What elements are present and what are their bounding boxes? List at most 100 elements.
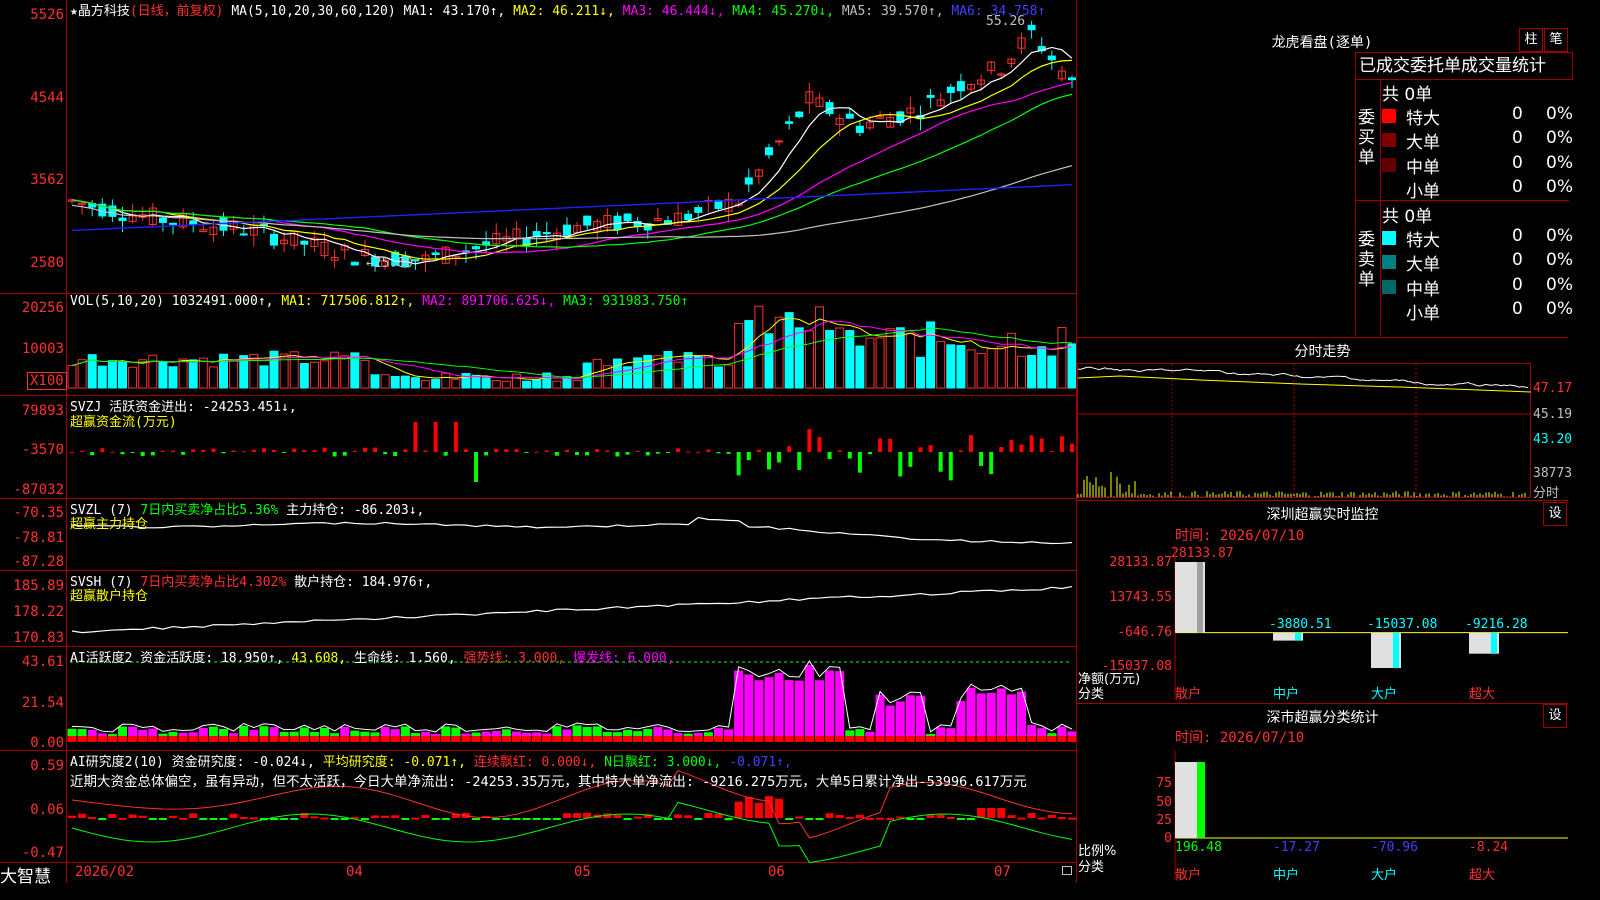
fund-flow-bar	[817, 437, 822, 452]
fund-flow-bar	[544, 450, 549, 452]
fund-flow-bar	[807, 429, 812, 452]
line-view-button[interactable]: 笔	[1544, 28, 1568, 52]
activity-base	[845, 736, 855, 742]
buy-row: 特大 0 0%	[1382, 104, 1573, 129]
activity-base	[1037, 736, 1047, 742]
activity-bar	[915, 695, 925, 742]
order-pct: 0%	[1546, 274, 1573, 295]
stats-ytick: 0	[1164, 831, 1172, 846]
fund-flow-bar	[221, 452, 226, 454]
stats-settings-button[interactable]: 设	[1543, 704, 1567, 728]
research-bar	[1037, 817, 1046, 820]
svzl-subtitle: 超赢主力持仓	[70, 517, 149, 532]
candle-body	[411, 259, 420, 262]
period-label[interactable]: (日线，前复权)	[130, 4, 224, 19]
stats-bar-value: -17.27	[1273, 840, 1320, 855]
research-bar	[68, 815, 76, 818]
research-ytick: -0.47	[21, 845, 64, 861]
sz-bar	[1469, 632, 1499, 654]
activity-base	[663, 736, 673, 742]
candle-body	[795, 111, 804, 118]
volume-bar	[653, 355, 663, 389]
activity-base	[178, 736, 188, 742]
research-bar	[421, 814, 430, 818]
volume-bar	[491, 380, 501, 389]
divider	[1077, 337, 1568, 338]
fund-flow-bar	[625, 452, 630, 455]
candles	[68, 21, 1076, 272]
activity-bars	[67, 664, 1076, 742]
tab-trade-volume-stats[interactable]: 已成交委托单成交量统计	[1355, 52, 1573, 80]
fund-flow-bar	[150, 452, 155, 456]
main-header: ★晶方科技(日线，前复权) MA(5,10,20,30,60,120) MA1:…	[70, 0, 1045, 19]
volume-bar	[612, 358, 622, 389]
research-bar	[310, 816, 319, 819]
fund-flow-bar	[504, 449, 509, 452]
x-label: 07	[994, 864, 1011, 880]
fund-flow-bar	[968, 435, 973, 452]
lock-icon[interactable]	[1062, 866, 1072, 875]
fund-flow-bar	[898, 452, 903, 477]
fund-flow-bar	[878, 438, 883, 452]
activity-base	[875, 736, 885, 742]
activity-bar	[1006, 694, 1016, 742]
activity-bar	[825, 670, 835, 742]
candle-body	[239, 233, 248, 236]
activity-base	[774, 736, 784, 742]
active-title: AI活跃度2 资金活跃度: 18.950↑,	[70, 651, 284, 666]
volume-bar	[774, 316, 784, 389]
svsh-holding: 散户持仓: 184.976↑,	[294, 575, 433, 590]
vol-ma2: MA2: 891706.625↓,	[422, 294, 556, 309]
activity-base	[1006, 736, 1016, 742]
volume-bar	[118, 362, 128, 389]
research-bar	[815, 818, 824, 820]
volume-bar	[956, 344, 966, 389]
order-pct: 0%	[1546, 176, 1573, 197]
research-bar	[1027, 813, 1036, 818]
order-pct: 0%	[1546, 298, 1573, 319]
activity-bar	[976, 693, 986, 742]
divider	[1077, 500, 1568, 501]
fund-flow-bar	[837, 450, 842, 452]
volume-bar	[451, 378, 461, 389]
activity-base	[239, 736, 249, 742]
sz-settings-button[interactable]: 设	[1543, 502, 1567, 526]
order-pct: 0%	[1546, 250, 1573, 271]
activity-base	[1047, 736, 1057, 742]
order-count: 0	[1512, 226, 1523, 246]
fund-flow-bar	[474, 452, 479, 482]
intraday-chart-frame[interactable]	[1077, 363, 1531, 498]
activity-base	[865, 736, 875, 742]
main-holding-line	[71, 516, 1073, 545]
svsh-ytick: 178.22	[13, 604, 64, 620]
activity-base	[986, 736, 996, 742]
activity-base	[431, 736, 441, 742]
order-size-label: 特大	[1406, 109, 1440, 129]
bar-view-button[interactable]: 柱	[1519, 28, 1543, 52]
stock-name[interactable]: ★晶方科技	[70, 4, 130, 19]
sell-orders-label: 委卖单	[1358, 230, 1375, 290]
research-bar	[734, 801, 743, 818]
candle-body	[270, 233, 279, 246]
volume-bar	[976, 352, 986, 389]
activity-base	[825, 736, 835, 742]
candle-body	[300, 240, 309, 245]
activity-base	[309, 736, 319, 742]
activity-base	[1027, 736, 1037, 742]
research-bar	[441, 818, 450, 820]
volume-bar	[1016, 355, 1026, 389]
activity-base	[421, 736, 431, 742]
candle-body	[785, 121, 794, 124]
kline-chart-canvas[interactable]	[0, 0, 1076, 882]
activity-base	[289, 736, 299, 742]
volume-bar	[673, 361, 683, 389]
volume-bar	[522, 380, 532, 389]
color-swatch-icon	[1382, 279, 1396, 294]
research-bar	[845, 816, 854, 819]
fund-flow-bar	[696, 451, 701, 453]
volume-bar	[693, 355, 703, 389]
color-swatch-icon	[1382, 231, 1396, 245]
research-bar	[98, 818, 107, 821]
order-size-label: 小单	[1406, 181, 1440, 202]
brand-logo[interactable]: 大智慧	[0, 862, 51, 887]
